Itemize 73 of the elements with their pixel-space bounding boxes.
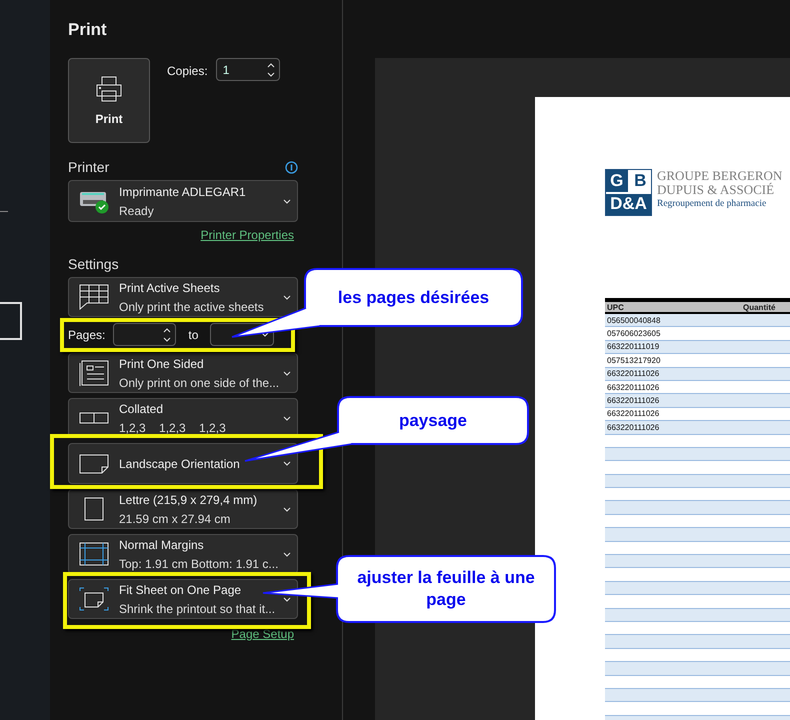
- spin-arrows-icon: [266, 62, 275, 78]
- column-header: UPC: [606, 302, 625, 312]
- setting-title: Landscape Orientation: [119, 456, 241, 470]
- table-cell-text: 663220111026: [606, 382, 660, 392]
- setting-title: Print Active Sheets: [119, 280, 221, 294]
- copies-label: Copies:: [167, 64, 208, 78]
- landscape-page-icon: [79, 454, 109, 474]
- table-cell-text: 663220111026: [606, 396, 660, 406]
- setting-description: Only print the active sheets: [119, 300, 265, 314]
- pages-label: Pages:: [68, 328, 106, 342]
- callout-text: paysage: [398, 410, 468, 432]
- document-icon: [79, 360, 109, 386]
- setting-dropdown[interactable]: Fit Sheet on One Page Shrink the printout so that it...: [68, 579, 298, 619]
- setting-dropdown[interactable]: Lettre (215,9 x 279,4 mm) 21.59 cm x 27.94 cm: [68, 489, 298, 529]
- setting-description: Shrink the printout so that it...: [119, 602, 276, 616]
- table-cell-text: 663220111019: [606, 342, 660, 352]
- setting-title: Collated: [119, 402, 164, 416]
- setting-dropdown[interactable]: Print Active Sheets Only print the active sheets: [68, 277, 298, 317]
- table-cell-text: 663220111026: [606, 422, 660, 432]
- setting-title: Lettre (215,9 x 279,4 mm): [119, 492, 258, 506]
- setting-description: 21.59 cm x 27.94 cm: [119, 512, 232, 526]
- callout-text: les pages désirées: [336, 286, 490, 309]
- printer-status: Ready: [119, 204, 155, 218]
- margins-icon: [79, 542, 109, 566]
- setting-description: Only print on one side of the...: [119, 376, 280, 390]
- setting-dropdown[interactable]: Print One Sided Only print on one side of the...: [68, 353, 298, 393]
- callout-text: ajuster la feuille à une page: [356, 567, 536, 611]
- setting-title: Print One Sided: [119, 356, 205, 370]
- setting-title: Fit Sheet on One Page: [119, 582, 242, 596]
- copies-field[interactable]: 1: [216, 58, 280, 81]
- table-cell-text: 057606023605: [606, 329, 660, 338]
- printer-properties-link[interactable]: Printer Properties: [200, 228, 294, 242]
- info-icon[interactable]: [285, 160, 298, 174]
- setting-title: Normal Margins: [119, 538, 205, 552]
- pages-from-field[interactable]: [113, 323, 176, 346]
- logo-letter: D&A: [606, 194, 651, 215]
- chevron-icon: [283, 416, 291, 420]
- company-name-line: GROUPE BERGERON: [657, 169, 782, 183]
- page-setup-link[interactable]: Page Setup: [231, 627, 294, 641]
- settings-heading: Settings: [68, 256, 119, 272]
- to-label: to: [188, 328, 198, 342]
- setting-dropdown[interactable]: Landscape Orientation: [68, 443, 298, 484]
- chevron-icon: [283, 294, 291, 300]
- printer-dropdown[interactable]: Imprimante ADLEGAR1 Ready: [68, 180, 298, 222]
- printer-heading: Printer: [68, 159, 110, 175]
- nav-item-outline: [0, 302, 22, 340]
- logo-letter: G: [606, 170, 628, 192]
- pages-pair-icon: [79, 412, 109, 424]
- print-title: Print: [68, 20, 108, 40]
- table-cell-text: 056500040848: [606, 316, 660, 325]
- nav-divider: [0, 211, 8, 212]
- sheet-grid-icon: [79, 284, 109, 310]
- setting-description: Top: 1.91 cm Bottom: 1.91 c...: [119, 556, 280, 570]
- chevron-icon: [283, 198, 291, 204]
- column-header: Quantité: [742, 302, 776, 312]
- printer-name: Imprimante ADLEGAR1: [119, 184, 247, 198]
- chevron-icon: [283, 552, 291, 556]
- company-name-line: Regroupement de pharmacie: [657, 198, 768, 211]
- print-button[interactable]: Print: [68, 58, 150, 143]
- chevron-icon: [283, 461, 291, 466]
- setting-description: 1,2,3 1,2,3 1,2,3: [119, 420, 227, 434]
- chevron-icon: [283, 370, 291, 376]
- table-cell-text: 057513217920: [606, 356, 660, 365]
- table-cell-text: 663220111026: [606, 369, 660, 378]
- spin-arrows-icon: [163, 326, 172, 342]
- fit-page-icon: [79, 587, 109, 611]
- table-cell-text: 663220111026: [606, 409, 660, 418]
- setting-dropdown[interactable]: Normal Margins Top: 1.91 cm Bottom: 1.91 c...: [68, 534, 298, 574]
- company-name-line: DUPUIS & ASSOCIÉ: [657, 183, 776, 197]
- printer-icon: [96, 76, 122, 102]
- chevron-icon: [283, 506, 291, 512]
- chevron-icon: [283, 596, 291, 602]
- portrait-page-icon: [84, 497, 104, 521]
